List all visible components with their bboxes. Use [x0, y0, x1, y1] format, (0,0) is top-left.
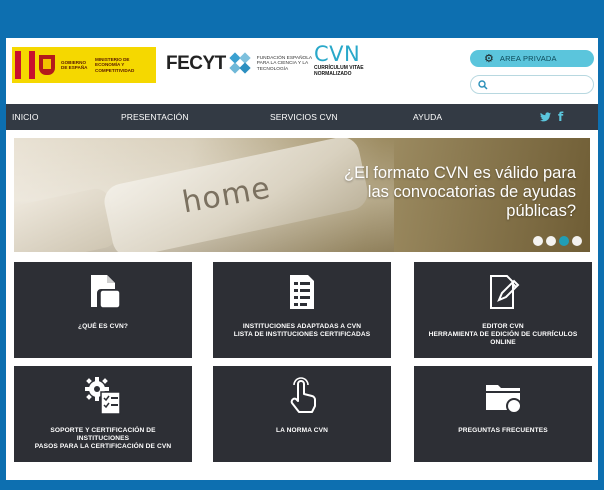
tile-sublabel: HERRAMIENTA DE EDICIÓN DE CURRÍCULOS — [428, 331, 578, 339]
tile-que-es-cvn[interactable]: ¿QUÉ ES CVN? — [14, 262, 192, 358]
tile-label: ¿QUÉ ES CVN? — [78, 323, 128, 330]
tile-sublabel: ONLINE — [490, 339, 516, 347]
fecyt-mark-icon — [229, 52, 253, 76]
folder-icon — [486, 385, 522, 414]
twitter-icon[interactable] — [540, 111, 551, 123]
area-privada-label: AREA PRIVADA — [499, 54, 557, 63]
nav-item-presentacion[interactable]: PRESENTACIÓN — [121, 104, 189, 130]
tile-label-line: EDITOR CVN — [482, 323, 524, 330]
cvn-logo[interactable]: CVN CURRÍCULUM VITAE NORMALIZADO — [314, 42, 374, 78]
search-input[interactable] — [492, 80, 588, 89]
gears-icon: ⚙ — [484, 53, 494, 65]
tile-label: EDITOR CVN HERRAMIENTA DE EDICIÓN DE CUR… — [418, 323, 588, 348]
slider-dot[interactable] — [533, 236, 543, 246]
spain-flag-icon — [15, 51, 35, 79]
gear-checklist-icon — [85, 377, 121, 415]
tile-instituciones-adaptadas[interactable]: INSTITUCIONES ADAPTADAS A CVN LISTA DE I… — [213, 262, 391, 358]
search-box[interactable] — [470, 75, 594, 94]
fecyt-wordmark: FECYT — [166, 53, 226, 74]
tile-label: PREGUNTAS FRECUENTES — [458, 427, 548, 434]
tile-la-norma-cvn[interactable]: LA NORMA CVN — [213, 366, 391, 462]
slider-dots — [530, 236, 582, 246]
tile-label: INSTITUCIONES ADAPTADAS A CVN LISTA DE I… — [217, 323, 387, 339]
browser-frame: GOBIERNO DE ESPAÑA MINISTERIO DE ECONOMÍ… — [0, 0, 604, 490]
tile-preguntas-frecuentes[interactable]: PREGUNTAS FRECUENTES — [414, 366, 592, 462]
page: GOBIERNO DE ESPAÑA MINISTERIO DE ECONOMÍ… — [6, 38, 598, 480]
edit-document-icon — [490, 275, 520, 309]
tile-soporte-certificacion[interactable]: SOPORTE Y CERTIFICACIÓN DE INSTITUCIONES… — [14, 366, 192, 462]
slider-dot[interactable] — [572, 236, 582, 246]
area-privada-button[interactable]: ⚙ AREA PRIVADA — [470, 50, 594, 67]
facebook-icon[interactable]: f — [558, 108, 563, 126]
tile-label: LA NORMA CVN — [276, 427, 328, 434]
pointer-hand-icon — [290, 377, 316, 413]
tile-sublabel: LISTA DE INSTITUCIONES CERTIFICADAS — [233, 331, 371, 339]
hero-banner[interactable]: home ¿El formato CVN es válido para las … — [14, 138, 590, 252]
fecyt-subtitle: FUNDACIÓN ESPAÑOLA PARA LA CIENCIA Y LA … — [256, 55, 312, 72]
coat-of-arms-icon — [37, 52, 57, 78]
main-nav: INICIO PRESENTACIÓN SERVICIOS CVN AYUDA … — [6, 104, 598, 130]
fecyt-logo[interactable]: FECYT FUNDACIÓN ESPAÑOLA PARA LA CIENCIA… — [166, 52, 315, 76]
tile-editor-cvn[interactable]: EDITOR CVN HERRAMIENTA DE EDICIÓN DE CUR… — [414, 262, 592, 358]
search-icon[interactable] — [478, 79, 488, 90]
gobierno-label: GOBIERNO DE ESPAÑA — [61, 59, 88, 70]
banner-claim: ¿El formato CVN es válido para las convo… — [343, 164, 576, 220]
document-icon — [91, 275, 121, 309]
checklist-icon — [290, 275, 314, 309]
tile-label-line: SOPORTE Y CERTIFICACIÓN DE — [50, 427, 156, 434]
site-header: GOBIERNO DE ESPAÑA MINISTERIO DE ECONOMÍ… — [6, 38, 598, 104]
tile-sublabel: PASOS PARA LA CERTIFICACIÓN DE CVN — [34, 443, 172, 451]
nav-item-servicios-cvn[interactable]: SERVICIOS CVN — [270, 104, 338, 130]
ministerio-label: MINISTERIO DE ECONOMÍA Y COMPETITIVIDAD — [95, 56, 135, 73]
nav-item-inicio[interactable]: INICIO — [12, 104, 39, 130]
cvn-subtitle: CURRÍCULUM VITAE NORMALIZADO — [314, 65, 364, 77]
slider-dot[interactable] — [546, 236, 556, 246]
nav-item-ayuda[interactable]: AYUDA — [413, 104, 442, 130]
tile-label-line: INSTITUCIONES ADAPTADAS A CVN — [242, 323, 362, 330]
gobierno-logo[interactable]: GOBIERNO DE ESPAÑA MINISTERIO DE ECONOMÍ… — [12, 47, 156, 83]
tile-label: SOPORTE Y CERTIFICACIÓN DE INSTITUCIONES… — [18, 427, 188, 452]
cvn-wordmark: CVN — [314, 42, 361, 66]
slider-dot-active[interactable] — [559, 236, 569, 246]
